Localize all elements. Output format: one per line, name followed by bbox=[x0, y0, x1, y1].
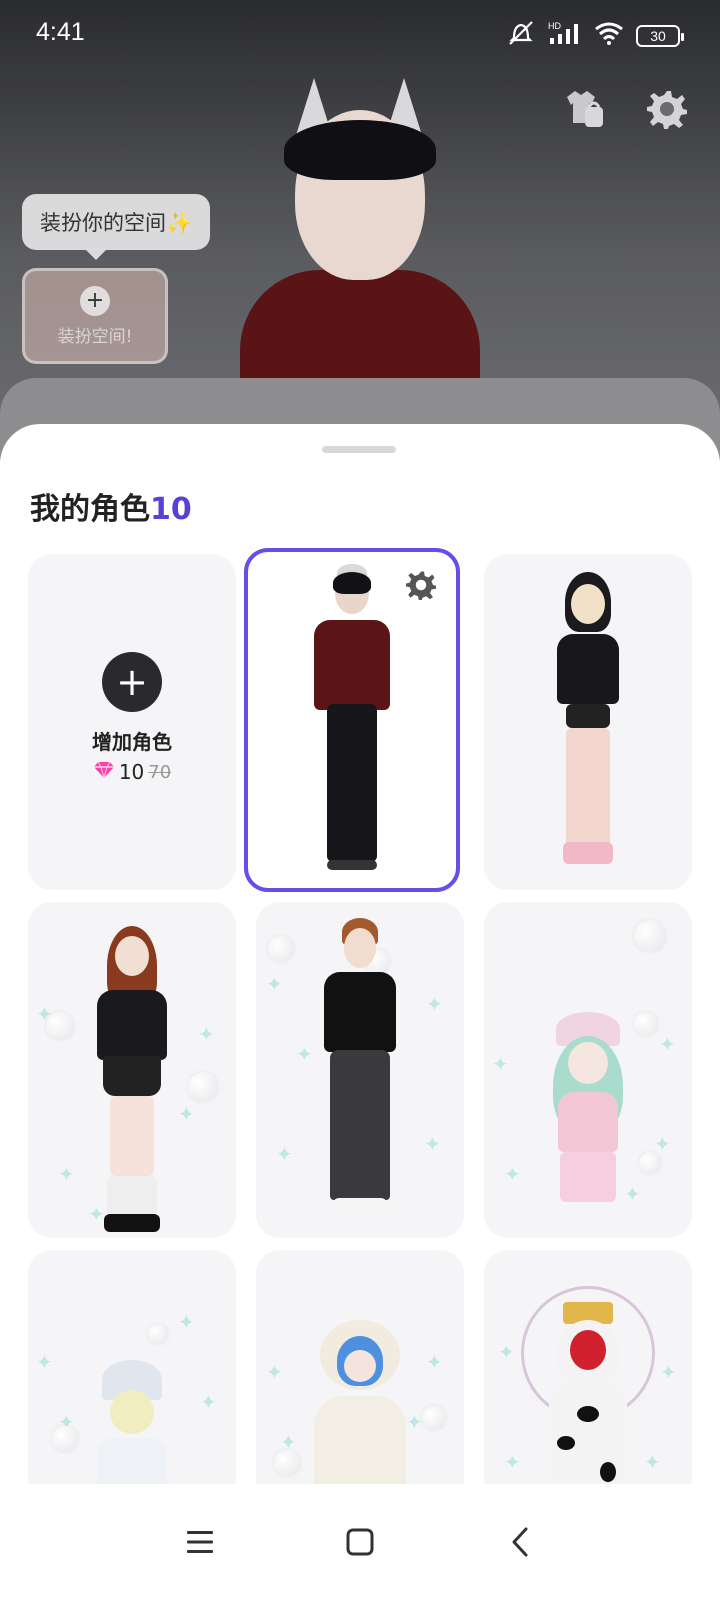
add-character-price: 10 70 bbox=[28, 760, 236, 784]
top-actions bbox=[562, 86, 690, 132]
decorate-space-button[interactable]: + 装扮空间! bbox=[22, 268, 168, 364]
character-card[interactable]: ✦ ✦ ✦ ✦ ✦ bbox=[484, 902, 692, 1238]
back-icon[interactable] bbox=[498, 1520, 542, 1564]
status-icons: HD 30 bbox=[506, 20, 684, 52]
signal-icon: HD bbox=[548, 20, 582, 52]
decorate-label: 装扮空间! bbox=[57, 326, 133, 347]
decorate-tooltip: 装扮你的空间✨ bbox=[22, 194, 211, 260]
character-figure bbox=[538, 1012, 638, 1212]
character-card[interactable]: ✦ ✦ ✦ ✦ ✦ bbox=[28, 902, 236, 1238]
system-nav-bar bbox=[0, 1484, 720, 1600]
character-count: 10 bbox=[150, 492, 192, 527]
tooltip-text: 装扮你的空间✨ bbox=[40, 211, 193, 235]
sheet-title: 我的角色10 bbox=[30, 484, 192, 528]
mute-icon bbox=[506, 20, 536, 52]
status-time: 4:41 bbox=[36, 18, 85, 46]
character-card[interactable] bbox=[484, 554, 692, 890]
menu-icon[interactable] bbox=[178, 1520, 222, 1564]
drag-handle[interactable] bbox=[322, 446, 396, 453]
wifi-icon bbox=[594, 21, 624, 51]
add-character-label: 增加角色 bbox=[92, 730, 172, 754]
character-settings-icon[interactable] bbox=[406, 570, 436, 600]
gear-icon[interactable] bbox=[644, 86, 690, 132]
character-figure bbox=[82, 926, 182, 1232]
character-card[interactable]: ✦ ✦ ✦ ✦ ✦ bbox=[256, 902, 464, 1238]
character-figure bbox=[538, 572, 638, 872]
wardrobe-bag-icon[interactable] bbox=[562, 86, 608, 132]
character-figure bbox=[302, 564, 402, 874]
character-figure bbox=[310, 918, 410, 1218]
my-characters-sheet: 我的角色10 + 增加角色 10 70 ✦ ✦ ✦ ✦ ✦ ✦ ✦ ✦ ✦ ✦ … bbox=[0, 424, 720, 1600]
home-icon[interactable] bbox=[338, 1520, 382, 1564]
price-original: 70 bbox=[148, 761, 172, 783]
battery-indicator: 30 bbox=[636, 25, 684, 47]
price-current: 10 bbox=[118, 760, 145, 784]
add-character-card[interactable]: + 增加角色 10 70 bbox=[28, 554, 236, 890]
gem-icon bbox=[93, 760, 115, 784]
avatar-room-scene: 4:41 HD 30 装扮你的空间✨ + 装扮空间! bbox=[0, 0, 720, 460]
character-card-selected[interactable] bbox=[244, 548, 460, 892]
add-icon: + bbox=[102, 652, 162, 712]
title-text: 我的角色 bbox=[30, 492, 150, 527]
status-bar: 4:41 HD 30 bbox=[0, 0, 720, 68]
signal-hd-label: HD bbox=[548, 21, 561, 31]
plus-icon: + bbox=[80, 285, 110, 316]
